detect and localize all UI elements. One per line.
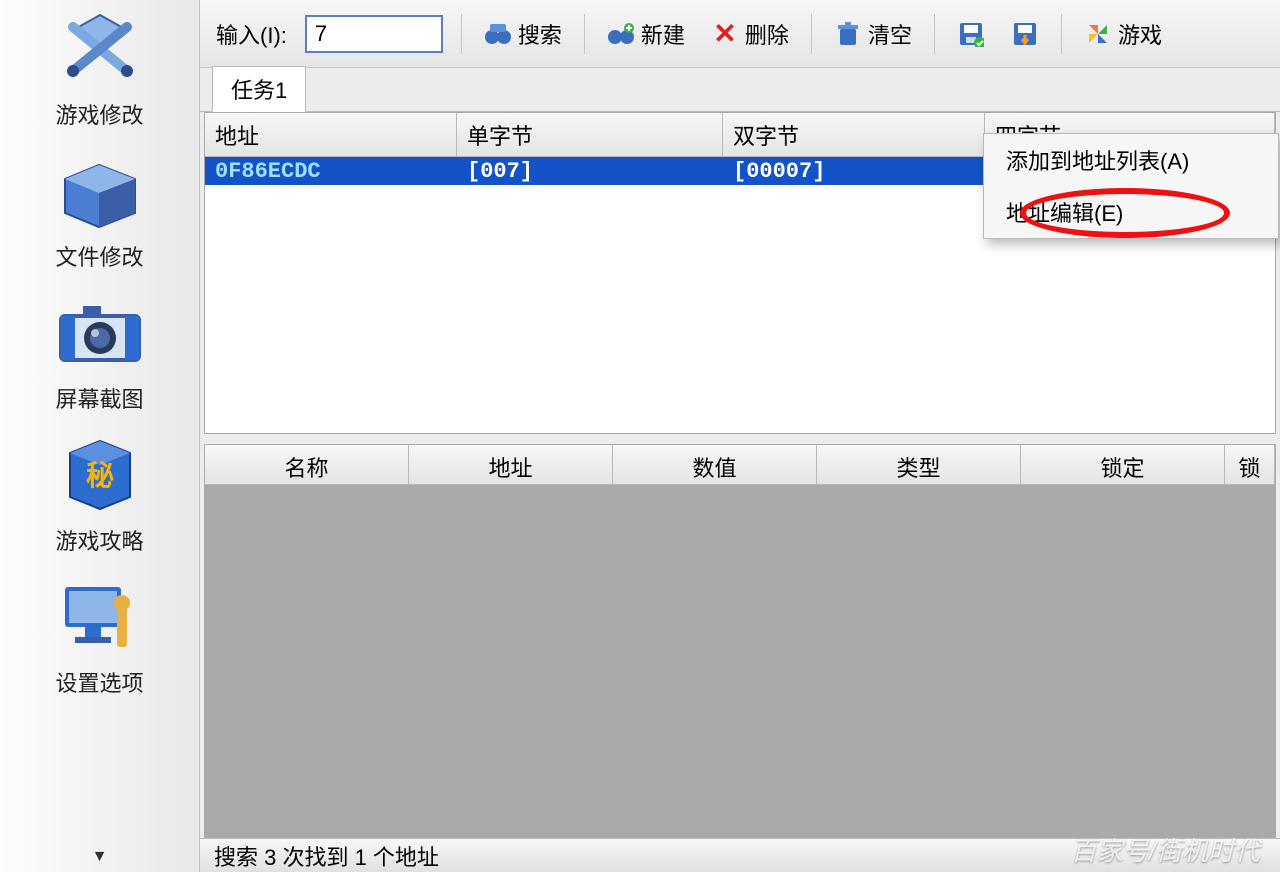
delete-button[interactable]: ✕ 删除 <box>707 16 793 52</box>
col-value[interactable]: 数值 <box>613 445 817 484</box>
floppy-save-icon <box>957 20 985 48</box>
watermark: 百家号/街机时代 <box>1071 831 1260 868</box>
address-list-table: 名称 地址 数值 类型 锁定 锁 <box>204 444 1276 838</box>
col-name[interactable]: 名称 <box>205 445 409 484</box>
game-button[interactable]: 游戏 <box>1080 16 1166 52</box>
status-text: 搜索 3 次找到 1 个地址 <box>214 840 439 872</box>
col-byte1[interactable]: 单字节 <box>457 113 723 156</box>
search-button[interactable]: 搜索 <box>480 16 566 52</box>
value-input[interactable] <box>305 15 443 53</box>
book-icon: 秘 <box>50 430 150 520</box>
address-list-header: 名称 地址 数值 类型 锁定 锁 <box>205 445 1275 485</box>
tabs: 任务1 <box>200 68 1280 112</box>
col-address[interactable]: 地址 <box>205 113 457 156</box>
svg-text:秘: 秘 <box>85 460 113 491</box>
input-label: 输入(I): <box>216 18 287 50</box>
sidebar-item-game-modify[interactable]: 游戏修改 <box>20 4 180 130</box>
sidebar-item-label: 游戏攻略 <box>55 524 143 556</box>
sidebar-item-file-modify[interactable]: 文件修改 <box>20 146 180 272</box>
col-lock2[interactable]: 锁 <box>1225 445 1275 484</box>
sidebar-item-settings[interactable]: 设置选项 <box>20 572 180 698</box>
status-bar: 搜索 3 次找到 1 个地址 百家号/街机时代 <box>200 838 1280 872</box>
binoculars-plus-icon <box>607 20 635 48</box>
sidebar-item-label: 设置选项 <box>55 666 143 698</box>
save-button[interactable] <box>953 18 989 50</box>
cell-byte1: [007] <box>457 159 723 184</box>
sidebar-item-label: 游戏修改 <box>55 98 143 130</box>
sidebar-more-arrow[interactable]: ▼ <box>92 844 108 872</box>
trash-icon <box>834 20 862 48</box>
cell-address: 0F86ECDC <box>205 159 457 184</box>
camera-icon <box>50 288 150 378</box>
col-type[interactable]: 类型 <box>817 445 1021 484</box>
tab-task1[interactable]: 任务1 <box>212 66 306 112</box>
toolbar: 输入(I): 搜索 新建 ✕ 删除 <box>200 0 1280 68</box>
open-button[interactable] <box>1007 18 1043 50</box>
menu-edit-address[interactable]: 地址编辑(E) <box>984 186 1278 238</box>
col-byte2[interactable]: 双字节 <box>723 113 985 156</box>
content: 输入(I): 搜索 新建 ✕ 删除 <box>200 0 1280 872</box>
results-table: 地址 单字节 双字节 四字节 0F86ECDC [007] [00007] [0… <box>204 112 1276 434</box>
folder-icon <box>50 146 150 236</box>
sidebar: 游戏修改 文件修改 <box>0 0 200 872</box>
crossed-swords-icon <box>50 4 150 94</box>
binoculars-icon <box>484 20 512 48</box>
pinwheel-icon <box>1084 20 1112 48</box>
col-addr[interactable]: 地址 <box>409 445 613 484</box>
sidebar-item-screenshot[interactable]: 屏幕截图 <box>20 288 180 414</box>
col-lock[interactable]: 锁定 <box>1021 445 1225 484</box>
sidebar-item-guides[interactable]: 秘 游戏攻略 <box>20 430 180 556</box>
context-menu: 添加到地址列表(A) 地址编辑(E) <box>983 133 1279 239</box>
x-icon: ✕ <box>711 20 739 48</box>
sidebar-item-label: 屏幕截图 <box>55 382 143 414</box>
sidebar-item-label: 文件修改 <box>55 240 143 272</box>
menu-add-to-list[interactable]: 添加到地址列表(A) <box>984 134 1278 186</box>
floppy-open-icon <box>1011 20 1039 48</box>
cell-byte2: [00007] <box>723 159 985 184</box>
new-button[interactable]: 新建 <box>603 16 689 52</box>
monitor-wrench-icon <box>50 572 150 662</box>
clear-button[interactable]: 清空 <box>830 16 916 52</box>
